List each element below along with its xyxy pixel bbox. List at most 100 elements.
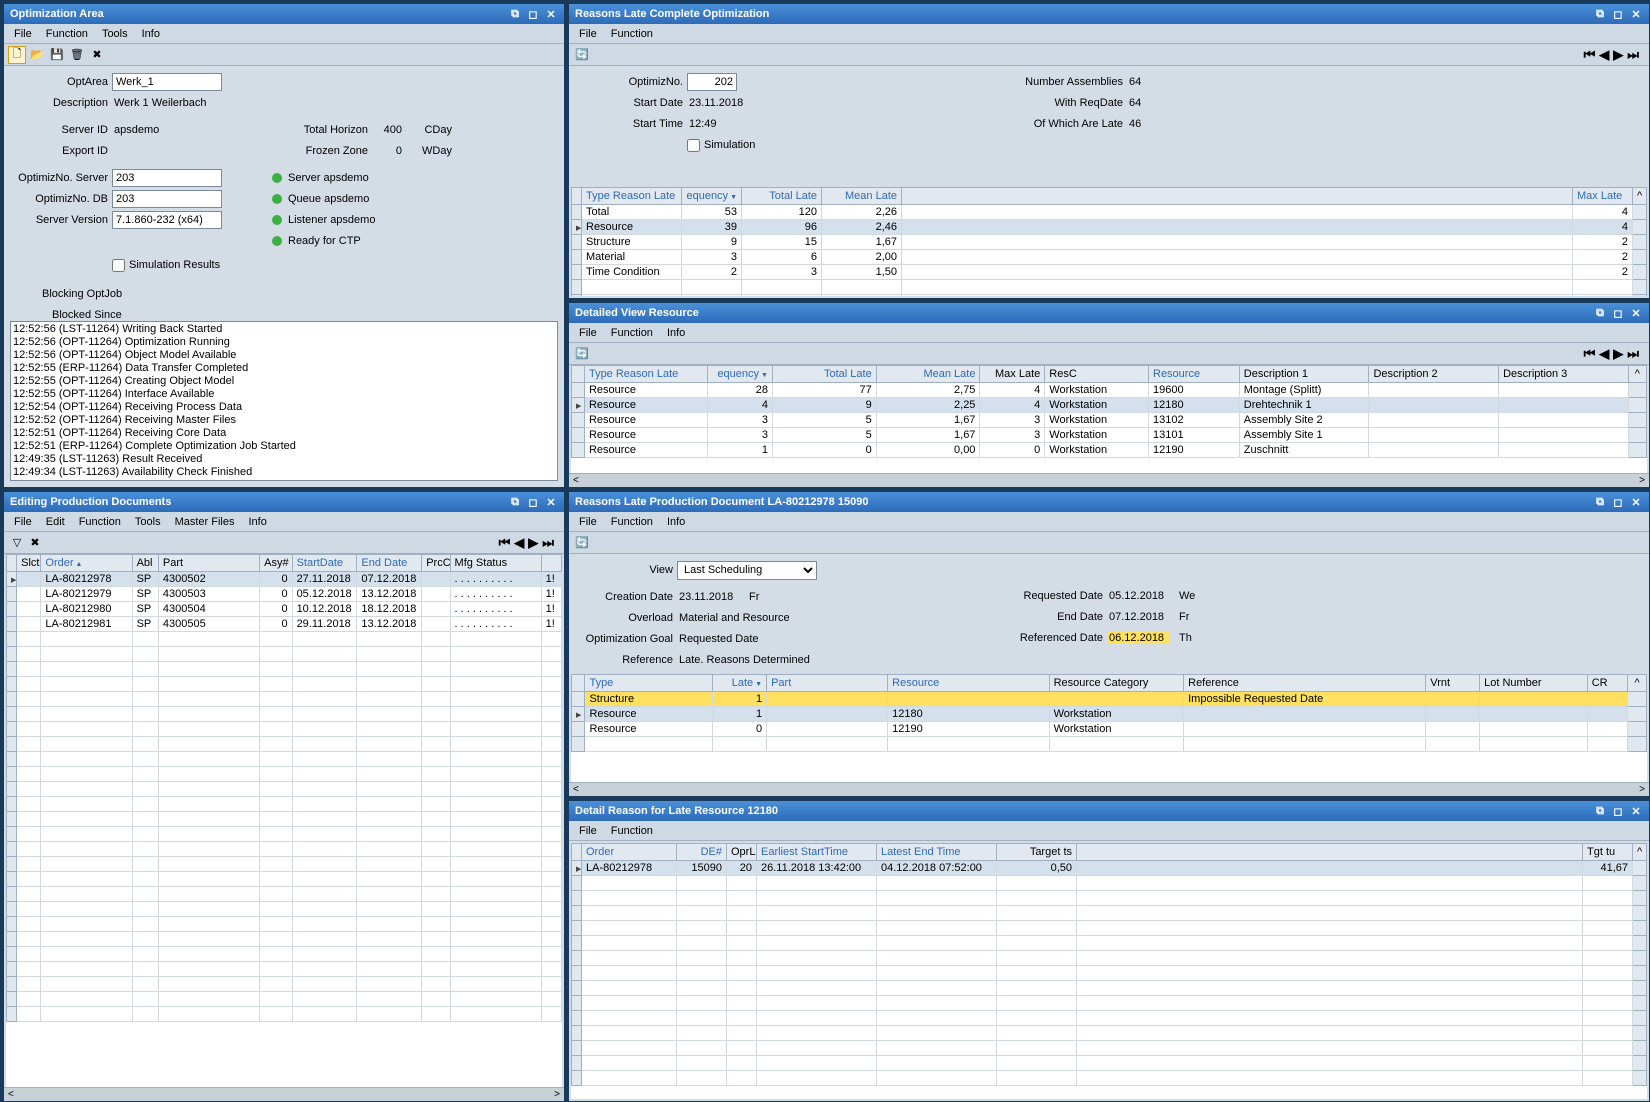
maximize-icon[interactable]: ◻ xyxy=(526,8,540,21)
menu-function[interactable]: Function xyxy=(40,26,94,42)
menu-edit[interactable]: Edit xyxy=(40,514,71,530)
nav-last-icon[interactable]: ⏭ xyxy=(1627,47,1639,63)
table-row[interactable]: Structure1Impossible Requested Date xyxy=(572,692,1647,707)
save-icon[interactable] xyxy=(48,46,66,64)
column-header[interactable]: Order xyxy=(41,555,132,572)
table-row[interactable] xyxy=(572,981,1647,996)
column-header[interactable]: Description 2 xyxy=(1369,366,1499,383)
table-row[interactable] xyxy=(7,857,562,872)
table-row[interactable]: Resource012190Workstation xyxy=(572,722,1647,737)
column-header[interactable]: OprL xyxy=(727,844,757,861)
menu-function[interactable]: Function xyxy=(605,514,659,530)
nav-last-icon[interactable]: ⏭ xyxy=(1627,346,1639,362)
column-header[interactable]: Type Reason Late xyxy=(582,188,682,205)
refresh-icon[interactable] xyxy=(573,534,591,552)
column-header[interactable]: Asy# xyxy=(260,555,292,572)
column-header[interactable]: Tgt tu xyxy=(1583,844,1633,861)
table-row[interactable] xyxy=(7,722,562,737)
table-row[interactable] xyxy=(7,887,562,902)
nav-prev-icon[interactable]: ◀ xyxy=(514,535,524,551)
table-row[interactable]: Resource100,000Workstation12190Zuschnitt xyxy=(572,443,1647,458)
column-header[interactable]: Resource xyxy=(888,675,1049,692)
menu-function[interactable]: Function xyxy=(605,823,659,839)
nav-next-icon[interactable]: ▶ xyxy=(1613,47,1623,63)
h-scrollbar[interactable]: <> xyxy=(569,782,1649,796)
table-row[interactable] xyxy=(572,1011,1647,1026)
table-row[interactable] xyxy=(7,797,562,812)
table-row[interactable]: Resource492,254Workstation12180Drehtechn… xyxy=(572,398,1647,413)
table-row[interactable]: LA-80212978150902026.11.2018 13:42:0004.… xyxy=(572,861,1647,876)
table-row[interactable] xyxy=(7,767,562,782)
column-header[interactable]: Order xyxy=(582,844,677,861)
column-header[interactable]: Target ts xyxy=(997,844,1077,861)
maximize-icon[interactable]: ◻ xyxy=(1611,307,1625,320)
table-row[interactable]: Resource351,673Workstation13102Assembly … xyxy=(572,413,1647,428)
cancel-icon[interactable] xyxy=(88,46,106,64)
checkbox-simulation[interactable]: Simulation xyxy=(687,139,755,152)
table-row[interactable] xyxy=(7,842,562,857)
column-header[interactable]: Vrnt xyxy=(1426,675,1480,692)
maximize-icon[interactable]: ◻ xyxy=(1611,8,1625,21)
table-row[interactable] xyxy=(572,737,1647,752)
table-row[interactable] xyxy=(572,891,1647,906)
table-row[interactable] xyxy=(7,902,562,917)
nav-first-icon[interactable]: ⏮ xyxy=(1584,346,1596,362)
column-header[interactable]: Mean Late xyxy=(876,366,980,383)
table-row[interactable] xyxy=(7,992,562,1007)
column-header[interactable]: Resource Category xyxy=(1049,675,1184,692)
maximize-icon[interactable]: ◻ xyxy=(1611,496,1625,509)
detailed-grid[interactable]: Type Reason LateequencyTotal LateMean La… xyxy=(571,365,1647,473)
close-icon[interactable]: ✕ xyxy=(544,8,558,21)
maximize-icon[interactable]: ◻ xyxy=(1611,805,1625,818)
column-header[interactable]: Max Late xyxy=(1573,188,1633,205)
pin-icon[interactable]: ⧉ xyxy=(508,8,522,21)
column-header[interactable]: Latest End Time xyxy=(877,844,997,861)
table-row[interactable]: Structure9151,672 xyxy=(572,235,1647,250)
table-row[interactable]: Time Condition231,502 xyxy=(572,265,1647,280)
maximize-icon[interactable]: ◻ xyxy=(526,496,540,509)
refresh-icon[interactable] xyxy=(573,46,591,64)
column-header[interactable]: Total Late xyxy=(772,366,876,383)
column-header[interactable]: ResC xyxy=(1045,366,1149,383)
table-row[interactable] xyxy=(7,692,562,707)
input-optarea[interactable] xyxy=(112,73,222,91)
reasons-doc-grid[interactable]: TypeLatePartResourceResource CategoryRef… xyxy=(571,674,1647,782)
table-row[interactable] xyxy=(572,951,1647,966)
table-row[interactable] xyxy=(572,1056,1647,1071)
table-row[interactable]: LA-80212981SP4300505029.11.201813.12.201… xyxy=(7,617,562,632)
column-header[interactable]: equency xyxy=(708,366,773,383)
table-row[interactable] xyxy=(572,906,1647,921)
column-header[interactable]: Type Reason Late xyxy=(584,366,707,383)
log-output[interactable]: 12:52:56 (LST-11264) Writing Back Starte… xyxy=(10,321,558,481)
column-header[interactable]: Part xyxy=(767,675,888,692)
nav-next-icon[interactable]: ▶ xyxy=(1613,346,1623,362)
column-header[interactable]: Part xyxy=(158,555,259,572)
column-header[interactable]: CR xyxy=(1587,675,1627,692)
column-header[interactable]: Lot Number xyxy=(1480,675,1588,692)
table-row[interactable]: LA-80212979SP4300503005.12.201813.12.201… xyxy=(7,587,562,602)
table-row[interactable] xyxy=(7,677,562,692)
open-icon[interactable] xyxy=(28,46,46,64)
table-row[interactable]: LA-80212980SP4300504010.12.201818.12.201… xyxy=(7,602,562,617)
table-row[interactable] xyxy=(7,977,562,992)
delete-icon[interactable] xyxy=(68,46,86,64)
checkbox-sim-results[interactable]: Simulation Results xyxy=(112,259,220,272)
table-row[interactable] xyxy=(572,280,1647,295)
table-row[interactable]: Resource112180Workstation xyxy=(572,707,1647,722)
table-row[interactable] xyxy=(7,917,562,932)
table-row[interactable] xyxy=(7,1007,562,1022)
input-optno-db[interactable] xyxy=(112,190,222,208)
menu-file[interactable]: File xyxy=(573,514,603,530)
menu-tools[interactable]: Tools xyxy=(96,26,134,42)
refresh-icon[interactable] xyxy=(573,345,591,363)
menu-function[interactable]: Function xyxy=(605,26,659,42)
column-header[interactable]: Total Late xyxy=(742,188,822,205)
table-row[interactable]: Resource28772,754Workstation19600Montage… xyxy=(572,383,1647,398)
table-row[interactable] xyxy=(7,947,562,962)
table-row[interactable]: Resource39962,464 xyxy=(572,220,1647,235)
column-header[interactable]: Description 3 xyxy=(1499,366,1629,383)
table-row[interactable] xyxy=(7,962,562,977)
menu-file[interactable]: File xyxy=(573,325,603,341)
menu-file[interactable]: File xyxy=(8,514,38,530)
detail-reason-grid[interactable]: OrderDE#OprLEarliest StartTimeLatest End… xyxy=(571,843,1647,1099)
